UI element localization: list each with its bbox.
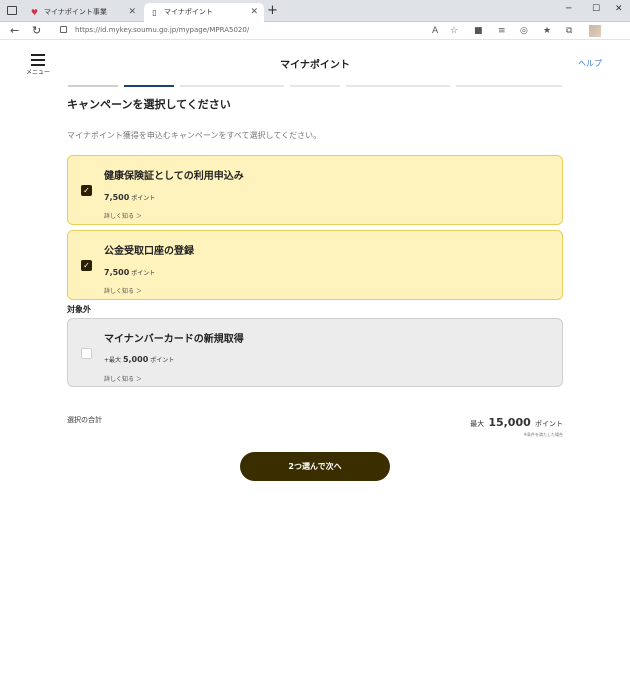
window-menu-icon[interactable] — [7, 6, 17, 15]
close-tab-icon[interactable]: ✕ — [128, 3, 136, 22]
progress-step — [346, 85, 450, 87]
read-aloud-icon[interactable]: A — [432, 24, 438, 38]
close-tab-icon[interactable]: ✕ — [250, 3, 258, 22]
total-note: ※条件を満たした場合 — [523, 432, 563, 437]
campaign-title: 公金受取口座の登録 — [104, 246, 194, 257]
collections-icon[interactable]: ⧉ — [566, 24, 572, 38]
progress-step — [124, 85, 174, 87]
tab-label: マイナポイント事業 — [44, 8, 107, 16]
details-link[interactable]: 詳しく知る ＞ — [104, 374, 142, 383]
progress-step — [68, 85, 118, 87]
back-icon[interactable]: ← — [10, 23, 19, 39]
progress-steps — [68, 85, 562, 87]
tab-label: マイナポイント — [164, 8, 213, 16]
checkbox-disabled-icon — [81, 348, 92, 359]
total-value: 15,000 — [488, 416, 531, 429]
site-favicon-icon: ♥ — [30, 8, 39, 17]
total-unit: ポイント — [535, 420, 563, 428]
instruction-text: マイナポイント獲得を申込むキャンペーンをすべて選択してください。 — [67, 131, 322, 140]
browser-toolbar: ← ↻ https://id.mykey.soumu.go.jp/mypage/… — [0, 22, 630, 40]
points-unit: ポイント — [131, 195, 156, 202]
extension-icon[interactable]: ◎ — [520, 24, 528, 38]
extension-icon[interactable]: ≡ — [498, 24, 506, 38]
excluded-label: 対象外 — [67, 305, 91, 314]
browser-tab-bar: ♥ マイナポイント事業 ✕ ▯ マイナポイント ✕ + ─ ☐ ✕ — [0, 0, 630, 22]
campaign-points: 7,500 ポイント — [104, 268, 155, 277]
points-value: 7,500 — [104, 193, 130, 202]
progress-step — [290, 85, 340, 87]
address-bar[interactable]: https://id.mykey.soumu.go.jp/mypage/MPRA… — [75, 25, 249, 36]
profile-avatar[interactable] — [589, 25, 601, 37]
new-tab-icon[interactable]: + — [267, 3, 278, 19]
section-heading: キャンペーンを選択してください — [67, 98, 231, 111]
campaign-title: 健康保険証としての利用申込み — [104, 171, 244, 182]
campaign-points: +最大 5,000 ポイント — [104, 355, 174, 364]
points-prefix: +最大 — [104, 357, 122, 364]
add-favorite-icon[interactable]: ☆ — [450, 24, 458, 38]
checkbox-checked-icon[interactable]: ✓ — [81, 185, 92, 196]
points-unit: ポイント — [150, 357, 175, 364]
points-value: 5,000 — [122, 355, 149, 364]
points-unit: ポイント — [131, 270, 156, 277]
lock-icon[interactable] — [60, 26, 67, 33]
favorites-icon[interactable]: ★ — [543, 24, 551, 38]
browser-tab-myna-project[interactable]: ♥ マイナポイント事業 ✕ — [24, 3, 142, 22]
help-link[interactable]: ヘルプ — [578, 58, 602, 69]
progress-step — [456, 85, 562, 87]
extension-icon[interactable]: ■ — [474, 24, 483, 38]
progress-step — [180, 85, 284, 87]
refresh-icon[interactable]: ↻ — [32, 23, 41, 39]
page-title: マイナポイント — [280, 60, 350, 71]
checkbox-checked-icon[interactable]: ✓ — [81, 260, 92, 271]
close-window-icon[interactable]: ✕ — [615, 4, 623, 14]
total-label: 選択の合計 — [67, 416, 102, 424]
total-prefix: 最大 — [470, 420, 485, 428]
maximize-icon[interactable]: ☐ — [592, 4, 600, 14]
details-link[interactable]: 詳しく知る ＞ — [104, 211, 142, 220]
page-icon: ▯ — [152, 8, 157, 17]
details-link[interactable]: 詳しく知る ＞ — [104, 286, 142, 295]
campaign-points: 7,500 ポイント — [104, 193, 155, 202]
campaign-title: マイナンバーカードの新規取得 — [104, 334, 244, 345]
campaign-card-new-card: マイナンバーカードの新規取得 +最大 5,000 ポイント 詳しく知る ＞ — [67, 318, 563, 387]
browser-tab-mynapoint[interactable]: ▯ マイナポイント ✕ — [144, 3, 264, 22]
next-button[interactable]: 2つ選んで次へ — [240, 452, 390, 481]
campaign-card-public-account[interactable]: ✓ 公金受取口座の登録 7,500 ポイント 詳しく知る ＞ — [67, 230, 563, 300]
minimize-icon[interactable]: ─ — [566, 4, 571, 14]
total-points: 最大 15,000 ポイント — [470, 416, 563, 429]
campaign-card-health-insurance[interactable]: ✓ 健康保険証としての利用申込み 7,500 ポイント 詳しく知る ＞ — [67, 155, 563, 225]
points-value: 7,500 — [104, 268, 130, 277]
